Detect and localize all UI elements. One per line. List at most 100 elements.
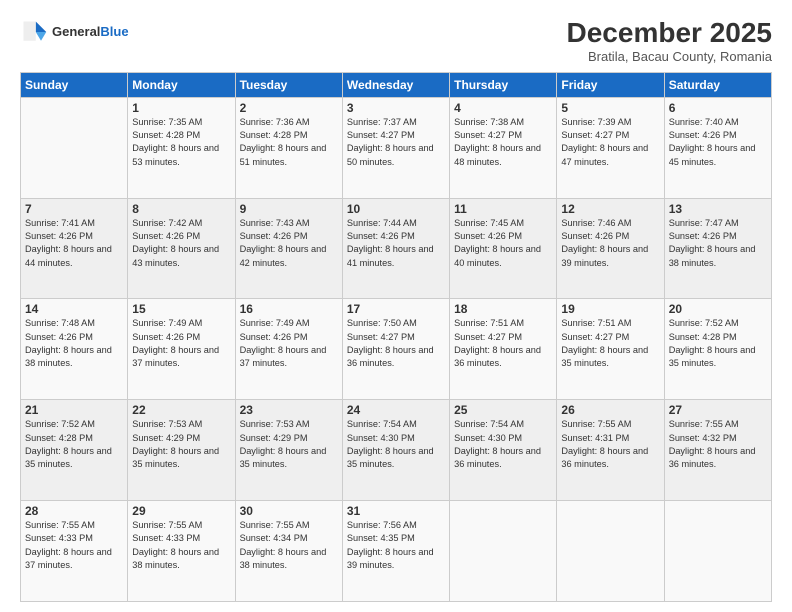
calendar-day-cell: 1Sunrise: 7:35 AMSunset: 4:28 PMDaylight… [128,97,235,198]
day-info: Sunrise: 7:52 AMSunset: 4:28 PMDaylight:… [669,317,767,370]
day-info: Sunrise: 7:36 AMSunset: 4:28 PMDaylight:… [240,116,338,169]
day-info: Sunrise: 7:54 AMSunset: 4:30 PMDaylight:… [454,418,552,471]
day-info: Sunrise: 7:47 AMSunset: 4:26 PMDaylight:… [669,217,767,270]
day-number: 8 [132,202,230,216]
day-number: 30 [240,504,338,518]
day-info: Sunrise: 7:53 AMSunset: 4:29 PMDaylight:… [132,418,230,471]
day-info: Sunrise: 7:42 AMSunset: 4:26 PMDaylight:… [132,217,230,270]
calendar-day-cell: 27Sunrise: 7:55 AMSunset: 4:32 PMDayligh… [664,400,771,501]
day-number: 22 [132,403,230,417]
day-number: 1 [132,101,230,115]
logo-icon [20,18,48,46]
day-info: Sunrise: 7:46 AMSunset: 4:26 PMDaylight:… [561,217,659,270]
day-number: 14 [25,302,123,316]
day-of-week-header: Monday [128,72,235,97]
day-number: 26 [561,403,659,417]
day-info: Sunrise: 7:55 AMSunset: 4:31 PMDaylight:… [561,418,659,471]
calendar-header-row: SundayMondayTuesdayWednesdayThursdayFrid… [21,72,772,97]
calendar: SundayMondayTuesdayWednesdayThursdayFrid… [20,72,772,602]
day-number: 11 [454,202,552,216]
day-number: 23 [240,403,338,417]
day-of-week-header: Thursday [450,72,557,97]
day-info: Sunrise: 7:39 AMSunset: 4:27 PMDaylight:… [561,116,659,169]
day-info: Sunrise: 7:51 AMSunset: 4:27 PMDaylight:… [561,317,659,370]
day-number: 15 [132,302,230,316]
day-info: Sunrise: 7:49 AMSunset: 4:26 PMDaylight:… [132,317,230,370]
calendar-day-cell: 17Sunrise: 7:50 AMSunset: 4:27 PMDayligh… [342,299,449,400]
calendar-day-cell: 15Sunrise: 7:49 AMSunset: 4:26 PMDayligh… [128,299,235,400]
day-info: Sunrise: 7:45 AMSunset: 4:26 PMDaylight:… [454,217,552,270]
day-number: 16 [240,302,338,316]
day-number: 13 [669,202,767,216]
day-info: Sunrise: 7:55 AMSunset: 4:32 PMDaylight:… [669,418,767,471]
day-info: Sunrise: 7:54 AMSunset: 4:30 PMDaylight:… [347,418,445,471]
day-info: Sunrise: 7:55 AMSunset: 4:34 PMDaylight:… [240,519,338,572]
day-info: Sunrise: 7:50 AMSunset: 4:27 PMDaylight:… [347,317,445,370]
calendar-day-cell: 19Sunrise: 7:51 AMSunset: 4:27 PMDayligh… [557,299,664,400]
location: Bratila, Bacau County, Romania [567,49,772,64]
day-number: 17 [347,302,445,316]
calendar-day-cell: 24Sunrise: 7:54 AMSunset: 4:30 PMDayligh… [342,400,449,501]
calendar-day-cell: 10Sunrise: 7:44 AMSunset: 4:26 PMDayligh… [342,198,449,299]
day-info: Sunrise: 7:38 AMSunset: 4:27 PMDaylight:… [454,116,552,169]
calendar-day-cell: 23Sunrise: 7:53 AMSunset: 4:29 PMDayligh… [235,400,342,501]
day-info: Sunrise: 7:37 AMSunset: 4:27 PMDaylight:… [347,116,445,169]
calendar-day-cell: 4Sunrise: 7:38 AMSunset: 4:27 PMDaylight… [450,97,557,198]
day-number: 27 [669,403,767,417]
calendar-day-cell: 16Sunrise: 7:49 AMSunset: 4:26 PMDayligh… [235,299,342,400]
calendar-day-cell: 26Sunrise: 7:55 AMSunset: 4:31 PMDayligh… [557,400,664,501]
day-info: Sunrise: 7:48 AMSunset: 4:26 PMDaylight:… [25,317,123,370]
title-block: December 2025 Bratila, Bacau County, Rom… [567,18,772,64]
calendar-day-cell [664,501,771,602]
calendar-day-cell: 22Sunrise: 7:53 AMSunset: 4:29 PMDayligh… [128,400,235,501]
logo-line2: Blue [100,24,128,39]
day-number: 5 [561,101,659,115]
day-number: 9 [240,202,338,216]
day-number: 2 [240,101,338,115]
day-number: 31 [347,504,445,518]
day-info: Sunrise: 7:51 AMSunset: 4:27 PMDaylight:… [454,317,552,370]
day-of-week-header: Saturday [664,72,771,97]
day-number: 4 [454,101,552,115]
day-number: 21 [25,403,123,417]
calendar-day-cell: 5Sunrise: 7:39 AMSunset: 4:27 PMDaylight… [557,97,664,198]
calendar-week-row: 21Sunrise: 7:52 AMSunset: 4:28 PMDayligh… [21,400,772,501]
page: GeneralBlue December 2025 Bratila, Bacau… [0,0,792,612]
day-number: 18 [454,302,552,316]
day-number: 12 [561,202,659,216]
day-number: 7 [25,202,123,216]
day-number: 29 [132,504,230,518]
calendar-day-cell [21,97,128,198]
calendar-day-cell: 13Sunrise: 7:47 AMSunset: 4:26 PMDayligh… [664,198,771,299]
calendar-week-row: 14Sunrise: 7:48 AMSunset: 4:26 PMDayligh… [21,299,772,400]
day-number: 24 [347,403,445,417]
day-info: Sunrise: 7:43 AMSunset: 4:26 PMDaylight:… [240,217,338,270]
calendar-day-cell [557,501,664,602]
day-info: Sunrise: 7:49 AMSunset: 4:26 PMDaylight:… [240,317,338,370]
calendar-day-cell: 14Sunrise: 7:48 AMSunset: 4:26 PMDayligh… [21,299,128,400]
calendar-week-row: 7Sunrise: 7:41 AMSunset: 4:26 PMDaylight… [21,198,772,299]
calendar-day-cell: 2Sunrise: 7:36 AMSunset: 4:28 PMDaylight… [235,97,342,198]
calendar-day-cell: 6Sunrise: 7:40 AMSunset: 4:26 PMDaylight… [664,97,771,198]
day-info: Sunrise: 7:41 AMSunset: 4:26 PMDaylight:… [25,217,123,270]
month-title: December 2025 [567,18,772,49]
calendar-day-cell: 8Sunrise: 7:42 AMSunset: 4:26 PMDaylight… [128,198,235,299]
day-number: 20 [669,302,767,316]
calendar-day-cell: 20Sunrise: 7:52 AMSunset: 4:28 PMDayligh… [664,299,771,400]
calendar-week-row: 1Sunrise: 7:35 AMSunset: 4:28 PMDaylight… [21,97,772,198]
calendar-day-cell: 11Sunrise: 7:45 AMSunset: 4:26 PMDayligh… [450,198,557,299]
day-info: Sunrise: 7:35 AMSunset: 4:28 PMDaylight:… [132,116,230,169]
day-number: 3 [347,101,445,115]
day-of-week-header: Friday [557,72,664,97]
calendar-day-cell: 28Sunrise: 7:55 AMSunset: 4:33 PMDayligh… [21,501,128,602]
day-info: Sunrise: 7:52 AMSunset: 4:28 PMDaylight:… [25,418,123,471]
logo-line1: General [52,24,100,39]
day-number: 25 [454,403,552,417]
calendar-day-cell: 31Sunrise: 7:56 AMSunset: 4:35 PMDayligh… [342,501,449,602]
day-number: 10 [347,202,445,216]
day-of-week-header: Wednesday [342,72,449,97]
day-number: 6 [669,101,767,115]
calendar-day-cell: 7Sunrise: 7:41 AMSunset: 4:26 PMDaylight… [21,198,128,299]
calendar-day-cell: 18Sunrise: 7:51 AMSunset: 4:27 PMDayligh… [450,299,557,400]
day-info: Sunrise: 7:56 AMSunset: 4:35 PMDaylight:… [347,519,445,572]
